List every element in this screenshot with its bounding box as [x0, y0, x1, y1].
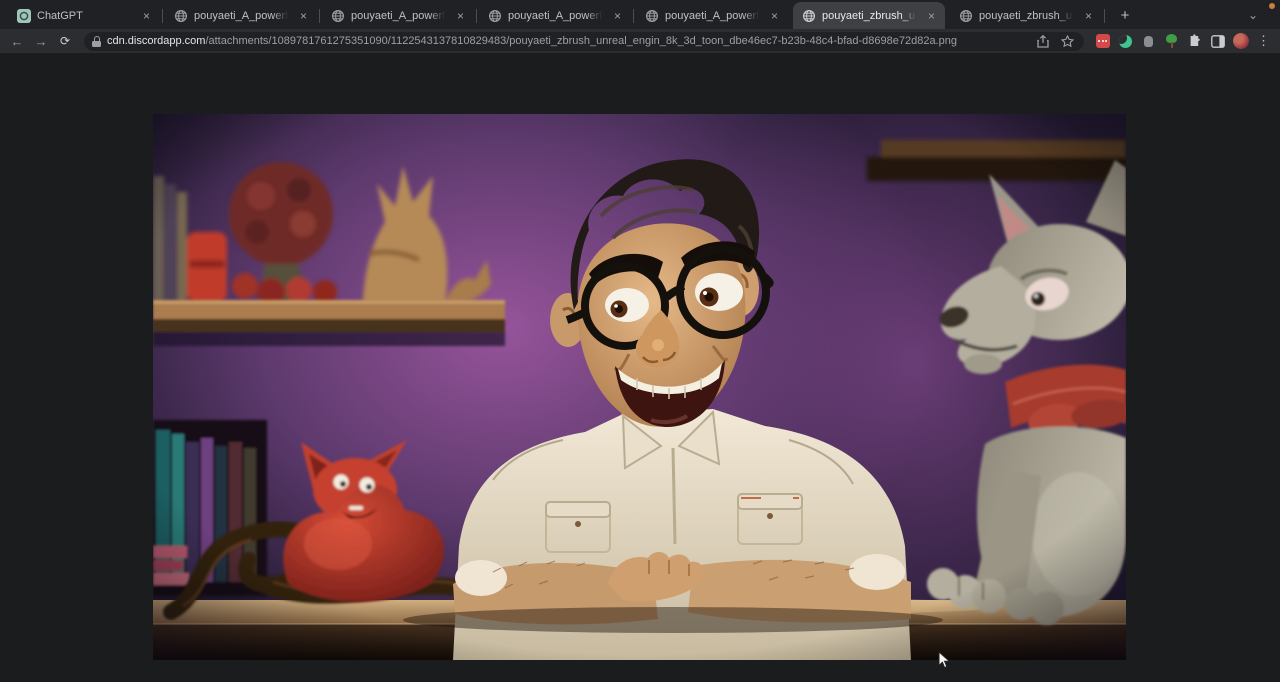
bookmark-star-icon[interactable] [1058, 32, 1076, 50]
tab-divider [162, 9, 163, 23]
mouse-cursor [938, 651, 950, 669]
browser-toolbar: ← → ⟳ cdn.discordapp.com/attachments/108… [0, 29, 1280, 53]
tab-zbrush-unreal-active[interactable]: pouyaeti_zbrush_unreal_engin × [793, 2, 945, 29]
tab-label: pouyaeti_A_powerful_modern [351, 10, 447, 22]
globe-icon [959, 9, 973, 23]
reload-button[interactable]: ⟳ [54, 31, 76, 51]
tab-divider [947, 9, 948, 23]
tab-chatgpt[interactable]: ChatGPT × [8, 2, 160, 29]
share-icon[interactable] [1034, 32, 1052, 50]
tab-divider [319, 9, 320, 23]
close-icon[interactable]: × [610, 8, 625, 23]
tab-label: ChatGPT [37, 10, 133, 22]
close-icon[interactable]: × [924, 8, 939, 23]
url-path: /attachments/1089781761275351090/1122543… [205, 35, 957, 47]
side-panel-icon[interactable] [1207, 31, 1228, 51]
tab-label: pouyaeti_zbrush_unreal_engi [979, 10, 1075, 22]
recording-indicator-dot [1269, 3, 1275, 9]
menu-kebab-icon[interactable]: ⋮ [1253, 31, 1274, 51]
dark-mode-moon-icon[interactable] [1115, 31, 1136, 51]
tree-extension-icon[interactable] [1161, 31, 1182, 51]
globe-icon [645, 9, 659, 23]
tab-search-chevron-icon[interactable]: ⌄ [1240, 4, 1266, 26]
globe-icon [331, 9, 345, 23]
tab-label: pouyaeti_zbrush_unreal_engin [822, 10, 918, 22]
close-icon[interactable]: × [453, 8, 468, 23]
globe-icon [488, 9, 502, 23]
close-icon[interactable]: × [1081, 8, 1096, 23]
lock-icon [92, 36, 101, 47]
tab-divider [790, 9, 791, 23]
close-icon[interactable]: × [139, 8, 154, 23]
close-icon[interactable]: × [296, 8, 311, 23]
forward-button[interactable]: → [30, 31, 52, 51]
new-tab-button[interactable]: + [1113, 3, 1137, 27]
tab-divider [633, 9, 634, 23]
tab-zbrush-unreal-2[interactable]: pouyaeti_zbrush_unreal_engi × [950, 2, 1102, 29]
tab-label: pouyaeti_A_powerful_modern [665, 10, 761, 22]
discord-image [153, 114, 1126, 660]
tab-label: pouyaeti_A_powerful_modern [508, 10, 604, 22]
address-bar[interactable]: cdn.discordapp.com/attachments/108978176… [84, 32, 1084, 51]
globe-icon [802, 9, 816, 23]
page-content [0, 53, 1280, 682]
extension-red-icon[interactable] [1092, 31, 1113, 51]
globe-icon [174, 9, 188, 23]
extensions-puzzle-icon[interactable] [1184, 31, 1205, 51]
gray-extension-icon[interactable] [1138, 31, 1159, 51]
close-icon[interactable]: × [767, 8, 782, 23]
tab-strip: ChatGPT × pouyaeti_A_powerful_modern × p… [0, 0, 1280, 29]
browser-window: ChatGPT × pouyaeti_A_powerful_modern × p… [0, 0, 1280, 682]
tab-powerful-modern-2[interactable]: pouyaeti_A_powerful_modern × [322, 2, 474, 29]
tab-powerful-modern-4[interactable]: pouyaeti_A_powerful_modern × [636, 2, 788, 29]
tab-divider [476, 9, 477, 23]
back-button[interactable]: ← [6, 31, 28, 51]
tab-powerful-modern-1[interactable]: pouyaeti_A_powerful_modern × [165, 2, 317, 29]
tab-divider [1104, 9, 1105, 23]
profile-avatar[interactable] [1230, 31, 1251, 51]
chatgpt-favicon [17, 9, 31, 23]
tab-label: pouyaeti_A_powerful_modern [194, 10, 290, 22]
url-text: cdn.discordapp.com/attachments/108978176… [107, 35, 1028, 47]
tab-powerful-modern-3[interactable]: pouyaeti_A_powerful_modern × [479, 2, 631, 29]
url-domain: cdn.discordapp.com [107, 35, 205, 47]
